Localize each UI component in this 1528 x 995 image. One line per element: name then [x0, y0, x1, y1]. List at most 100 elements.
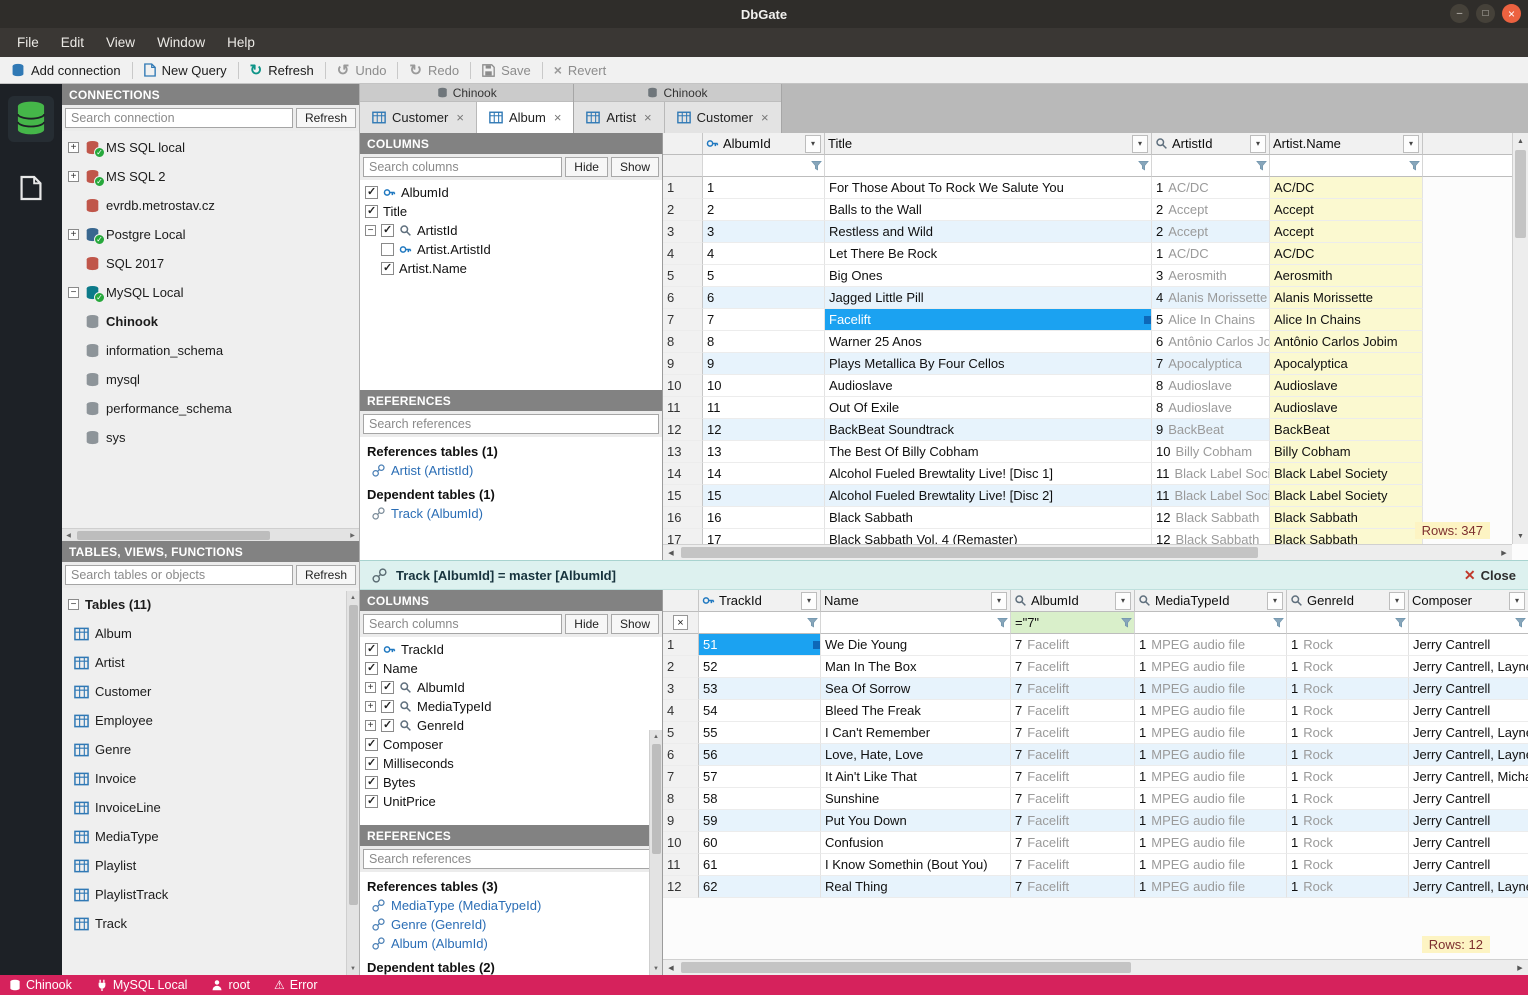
connection-item[interactable]: ✓ evrdb.metrostav.cz — [62, 191, 359, 220]
cell-genreid[interactable]: 1 Rock — [1287, 832, 1409, 854]
search-columns-input[interactable] — [363, 614, 563, 634]
cell-title[interactable]: Out Of Exile — [825, 397, 1152, 419]
cell-artistid[interactable]: 12 Black Sabbath — [1152, 529, 1270, 544]
connection-item[interactable]: ✓ Postgre Local — [62, 220, 359, 249]
cell-genreid[interactable]: 1 Rock — [1287, 810, 1409, 832]
cell-genreid[interactable]: 1 Rock — [1287, 634, 1409, 656]
cell-mediatypeid[interactable]: 1 MPEG audio file — [1135, 854, 1287, 876]
table-item[interactable]: Track — [62, 909, 359, 938]
cell-trackid[interactable]: 52 — [699, 656, 821, 678]
table-item[interactable]: Invoice — [62, 764, 359, 793]
cell-albumid[interactable]: 11 — [703, 397, 825, 419]
chevron-down-icon[interactable]: ▾ — [805, 134, 821, 153]
column-checkbox[interactable] — [381, 243, 394, 256]
cell-albumid[interactable]: 5 — [703, 265, 825, 287]
filter-name[interactable] — [821, 612, 1011, 634]
reference-link[interactable]: Album (AlbumId) — [360, 934, 662, 953]
cell-trackid[interactable]: 61 — [699, 854, 821, 876]
cell-mediatypeid[interactable]: 1 MPEG audio file — [1135, 788, 1287, 810]
hide-button[interactable]: Hide — [565, 157, 608, 177]
filter-albumid[interactable] — [703, 155, 825, 177]
table-row[interactable]: 1 1 For Those About To Rock We Salute Yo… — [663, 177, 1512, 199]
connection-item[interactable]: ✓ information_schema — [62, 336, 359, 365]
cell-trackid[interactable]: 62 — [699, 876, 821, 898]
menu-item[interactable]: Help — [216, 35, 266, 50]
cell-albumid[interactable]: 15 — [703, 485, 825, 507]
connection-item[interactable]: ✓ sys — [62, 423, 359, 452]
table-row[interactable]: 16 16 Black Sabbath 12 Black Sabbath Blac… — [663, 507, 1512, 529]
table-row[interactable]: 1 51 We Die Young 7 Facelift 1 MPEG audio … — [663, 634, 1528, 656]
cell-mediatypeid[interactable]: 1 MPEG audio file — [1135, 810, 1287, 832]
column-header-name[interactable]: Name ▾ — [821, 590, 1011, 612]
column-header-mediatypeid[interactable]: MediaTypeId ▾ — [1135, 590, 1287, 612]
column-checkbox[interactable] — [381, 223, 394, 237]
filter-icon[interactable] — [997, 617, 1008, 628]
menu-item[interactable]: View — [95, 35, 146, 50]
cell-albumid[interactable]: 13 — [703, 441, 825, 463]
table-row[interactable]: 3 53 Sea Of Sorrow 7 Facelift 1 MPEG audio… — [663, 678, 1528, 700]
cell-name[interactable]: Sunshine — [821, 788, 1011, 810]
filter-icon[interactable] — [1409, 160, 1420, 171]
cell-composer[interactable]: Jerry Cantrell — [1409, 810, 1528, 832]
cell-albumid[interactable]: 6 — [703, 287, 825, 309]
menu-item[interactable]: Edit — [50, 35, 95, 50]
cell-trackid[interactable]: 54 — [699, 700, 821, 722]
column-item[interactable]: Artist.Name — [360, 259, 662, 278]
cell-albumid[interactable]: 7 Facelift — [1011, 810, 1135, 832]
cell-genreid[interactable]: 1 Rock — [1287, 854, 1409, 876]
cell-title[interactable]: Alcohol Fueled Brewtality Live! [Disc 2] — [825, 485, 1152, 507]
cell-title[interactable]: Restless and Wild — [825, 221, 1152, 243]
cell-artist-name[interactable]: Accept — [1270, 221, 1423, 243]
cell-composer[interactable]: Jerry Cantrell — [1409, 788, 1528, 810]
table-item[interactable]: PlaylistTrack — [62, 880, 359, 909]
cell-composer[interactable]: Jerry Cantrell — [1409, 700, 1528, 722]
cell-artistid[interactable]: 6Antônio Carlos Jobim — [1152, 331, 1270, 353]
filter-artist-name[interactable] — [1270, 155, 1423, 177]
column-item[interactable]: MediaTypeId — [360, 697, 662, 716]
cell-title[interactable]: Audioslave — [825, 375, 1152, 397]
hide-button[interactable]: Hide — [565, 614, 608, 634]
cell-artistid[interactable]: 11Black Label Society — [1152, 463, 1270, 485]
reference-link[interactable]: Genre (GenreId) — [360, 915, 662, 934]
column-header-title[interactable]: Title ▾ — [825, 133, 1152, 155]
table-row[interactable]: 7 7 Facelift 5 Alice In Chains Alice In C… — [663, 309, 1512, 331]
cell-artistid[interactable]: 3 Aerosmith — [1152, 265, 1270, 287]
tab[interactable]: Album × — [476, 102, 574, 133]
cell-albumid[interactable]: 7 Facelift — [1011, 788, 1135, 810]
cell-artist-name[interactable]: Audioslave — [1270, 397, 1423, 419]
search-tables-input[interactable] — [65, 565, 293, 585]
cell-albumid[interactable]: 7 Facelift — [1011, 744, 1135, 766]
table-row[interactable]: 17 17 Black Sabbath Vol. 4 (Remaster) 12… — [663, 529, 1512, 544]
table-row[interactable]: 9 59 Put You Down 7 Facelift 1 MPEG audio … — [663, 810, 1528, 832]
sidebar-vscrollbar[interactable]: ▲ ▼ — [649, 730, 662, 975]
track-hscrollbar[interactable]: ◀ ▶ — [663, 959, 1528, 975]
cell-mediatypeid[interactable]: 1 MPEG audio file — [1135, 744, 1287, 766]
filter-icon[interactable] — [1273, 617, 1284, 628]
expander-icon[interactable] — [365, 682, 376, 693]
cell-title[interactable]: Plays Metallica By Four Cellos — [825, 353, 1152, 375]
column-item[interactable]: Milliseconds — [360, 754, 662, 773]
table-item[interactable]: InvoiceLine — [62, 793, 359, 822]
cell-artist-name[interactable]: Audioslave — [1270, 375, 1423, 397]
cell-mediatypeid[interactable]: 1 MPEG audio file — [1135, 876, 1287, 898]
cell-artistid[interactable]: 12 Black Sabbath — [1152, 507, 1270, 529]
cell-title[interactable]: Warner 25 Anos — [825, 331, 1152, 353]
cell-albumid[interactable]: 7 Facelift — [1011, 722, 1135, 744]
cell-name[interactable]: We Die Young — [821, 634, 1011, 656]
cell-artist-name[interactable]: Alanis Morissette — [1270, 287, 1423, 309]
filter-mediatypeid[interactable] — [1135, 612, 1287, 634]
cell-composer[interactable]: Jerry Cantrell — [1409, 678, 1528, 700]
chevron-down-icon[interactable]: ▾ — [1115, 591, 1131, 610]
column-checkbox[interactable] — [381, 680, 394, 694]
rail-database-button[interactable] — [8, 96, 54, 142]
table-item[interactable]: Genre — [62, 735, 359, 764]
cell-mediatypeid[interactable]: 1 MPEG audio file — [1135, 656, 1287, 678]
table-item[interactable]: Album — [62, 619, 359, 648]
redo-button[interactable]: ↻ Redo — [398, 57, 470, 83]
tab-close-icon[interactable]: × — [761, 110, 769, 125]
connection-item[interactable]: ✓ Chinook — [62, 307, 359, 336]
tab[interactable]: Customer × — [360, 102, 477, 133]
search-connection-input[interactable] — [65, 108, 293, 128]
filter-trackid[interactable] — [699, 612, 821, 634]
cell-albumid[interactable]: 7 Facelift — [1011, 700, 1135, 722]
